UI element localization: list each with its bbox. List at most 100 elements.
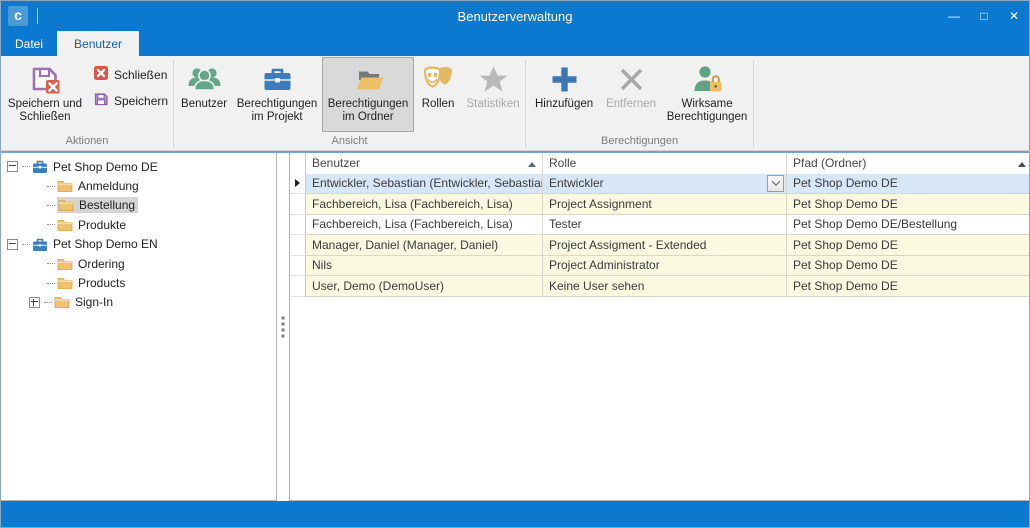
tree-item-pet-shop-demo-en[interactable]: Pet Shop Demo EN: [1, 235, 276, 254]
cell-pfad[interactable]: Pet Shop Demo DE: [787, 235, 1030, 256]
tree-item-label: Sign-In: [75, 295, 113, 309]
main-content: Pet Shop Demo DE Anmeldung Bestellung: [1, 151, 1030, 501]
tree-item-bestellung[interactable]: Bestellung: [1, 196, 276, 215]
ribbon: Speichern und Schließen Schließen: [1, 56, 1029, 151]
berechtigungen-im-ordner-button[interactable]: Berechtigungen im Ordner: [322, 57, 414, 132]
hinzufuegen-button[interactable]: Hinzufügen: [528, 57, 600, 132]
tree-item-label: Anmeldung: [78, 179, 139, 193]
cell-pfad[interactable]: Pet Shop Demo DE: [787, 256, 1030, 277]
group-label-aktionen: Aktionen: [1, 135, 173, 150]
cell-benutzer[interactable]: Entwickler, Sebastian (Entwickler, Sebas…: [306, 174, 543, 195]
cell-rolle[interactable]: Tester: [543, 215, 787, 236]
tree-connector: [47, 283, 55, 284]
permissions-grid: Benutzer Rolle Pfad (Ordner) Entwickler,…: [290, 153, 1030, 297]
tree-item-products[interactable]: Products: [1, 273, 276, 292]
cell-benutzer[interactable]: Nils: [306, 256, 543, 277]
cell-pfad[interactable]: Pet Shop Demo DE/Bestellung: [787, 215, 1030, 236]
app-icon[interactable]: c: [8, 6, 28, 26]
briefcase-icon: [261, 61, 294, 98]
cell-benutzer[interactable]: Fachbereich, Lisa (Fachbereich, Lisa): [306, 215, 543, 236]
close-red-icon: [93, 65, 109, 84]
plus-icon: [548, 61, 581, 98]
cell-rolle[interactable]: Project Administrator: [543, 256, 787, 277]
tree-connector: [47, 224, 55, 225]
folder-icon: [57, 276, 73, 290]
users-group-icon: [186, 61, 223, 98]
cell-pfad[interactable]: Pet Shop Demo DE: [787, 174, 1030, 195]
ribbon-group-berechtigungen: Hinzufügen Entfernen: [526, 56, 753, 150]
sort-asc-icon: [1018, 162, 1026, 167]
tree-item-label: Ordering: [78, 257, 125, 271]
benutzer-view-button[interactable]: Benutzer: [176, 57, 232, 132]
close-button[interactable]: ✕: [999, 1, 1029, 31]
folder-icon: [54, 295, 70, 309]
tab-benutzer[interactable]: Benutzer: [57, 31, 139, 56]
folder-icon: [58, 198, 74, 212]
folder-icon: [57, 179, 73, 193]
folder-icon: [57, 218, 73, 232]
current-row-arrow-icon: [295, 179, 300, 187]
cell-rolle[interactable]: Project Assigment - Extended: [543, 235, 787, 256]
statistiken-button: Statistiken: [462, 57, 524, 132]
collapse-toggle-icon[interactable]: [7, 239, 18, 250]
folder-icon: [57, 257, 73, 271]
wirksame-berechtigungen-button[interactable]: Wirksame Berechtigungen: [662, 57, 752, 132]
tree-item-label: Bestellung: [79, 198, 135, 212]
role-dropdown-button[interactable]: [767, 175, 784, 192]
minimize-button[interactable]: —: [939, 1, 969, 31]
row-indicator-cell: [290, 276, 306, 297]
save-and-close-icon: [29, 61, 62, 98]
cell-pfad[interactable]: Pet Shop Demo DE: [787, 276, 1030, 297]
tree-connector: [47, 186, 55, 187]
schliessen-button[interactable]: Schließen: [93, 65, 168, 84]
tree-item-anmeldung[interactable]: Anmeldung: [1, 176, 276, 195]
group-label-berechtigungen: Berechtigungen: [526, 135, 753, 150]
window-controls: — □ ✕: [939, 1, 1029, 31]
tree-item-sign-in[interactable]: Sign-In: [1, 293, 276, 312]
entfernen-button: Entfernen: [600, 57, 662, 132]
cell-pfad[interactable]: Pet Shop Demo DE: [787, 194, 1030, 215]
sort-asc-icon: [528, 162, 536, 167]
cell-benutzer[interactable]: Manager, Daniel (Manager, Daniel): [306, 235, 543, 256]
tree-item-produkte[interactable]: Produkte: [1, 215, 276, 234]
aktionen-small-buttons: Schließen Speichern: [87, 57, 172, 110]
tree-item-label: Produkte: [78, 218, 126, 232]
group-label-ansicht: Ansicht: [174, 135, 525, 150]
star-icon: [477, 61, 510, 98]
selected-tree-item: Bestellung: [57, 197, 138, 213]
cell-rolle[interactable]: Project Assignment: [543, 194, 787, 215]
title-bar: c Benutzerverwaltung — □ ✕: [1, 1, 1029, 31]
window-title: Benutzerverwaltung: [1, 9, 1029, 24]
tab-datei[interactable]: Datei: [1, 31, 57, 56]
rollen-button[interactable]: Rollen: [414, 57, 462, 132]
expand-toggle-icon[interactable]: [29, 297, 40, 308]
row-indicator-cell: [290, 256, 306, 277]
maximize-button[interactable]: □: [969, 1, 999, 31]
tree-item-label: Products: [78, 276, 125, 290]
cell-rolle-editor[interactable]: Entwickler: [543, 174, 787, 195]
user-lock-icon: [691, 61, 724, 98]
splitter-grip-icon: [282, 317, 285, 338]
berechtigungen-im-projekt-button[interactable]: Berechtigungen im Projekt: [232, 57, 322, 132]
speichern-button[interactable]: Speichern: [93, 91, 168, 110]
row-indicator-cell: [290, 194, 306, 215]
tree-item-ordering[interactable]: Ordering: [1, 254, 276, 273]
project-briefcase-icon: [32, 159, 48, 174]
ribbon-tab-bar: Datei Benutzer: [1, 31, 1029, 56]
x-mark-icon: [615, 61, 648, 98]
titlebar-divider: [37, 8, 38, 24]
cell-benutzer[interactable]: Fachbereich, Lisa (Fachbereich, Lisa): [306, 194, 543, 215]
tree-item-pet-shop-demo-de[interactable]: Pet Shop Demo DE: [1, 157, 276, 176]
open-folder-icon: [352, 61, 385, 98]
status-bar: [1, 501, 1029, 527]
panel-splitter[interactable]: [277, 153, 289, 501]
save-icon: [93, 91, 109, 110]
cell-rolle[interactable]: Keine User sehen: [543, 276, 787, 297]
tree-item-label: Pet Shop Demo EN: [53, 237, 158, 251]
collapse-toggle-icon[interactable]: [7, 161, 18, 172]
ribbon-group-aktionen: Speichern und Schließen Schließen: [1, 56, 173, 150]
cell-benutzer[interactable]: User, Demo (DemoUser): [306, 276, 543, 297]
tree-connector: [47, 263, 55, 264]
tree-connector: [44, 302, 52, 303]
speichern-und-schliessen-button[interactable]: Speichern und Schließen: [3, 57, 87, 132]
